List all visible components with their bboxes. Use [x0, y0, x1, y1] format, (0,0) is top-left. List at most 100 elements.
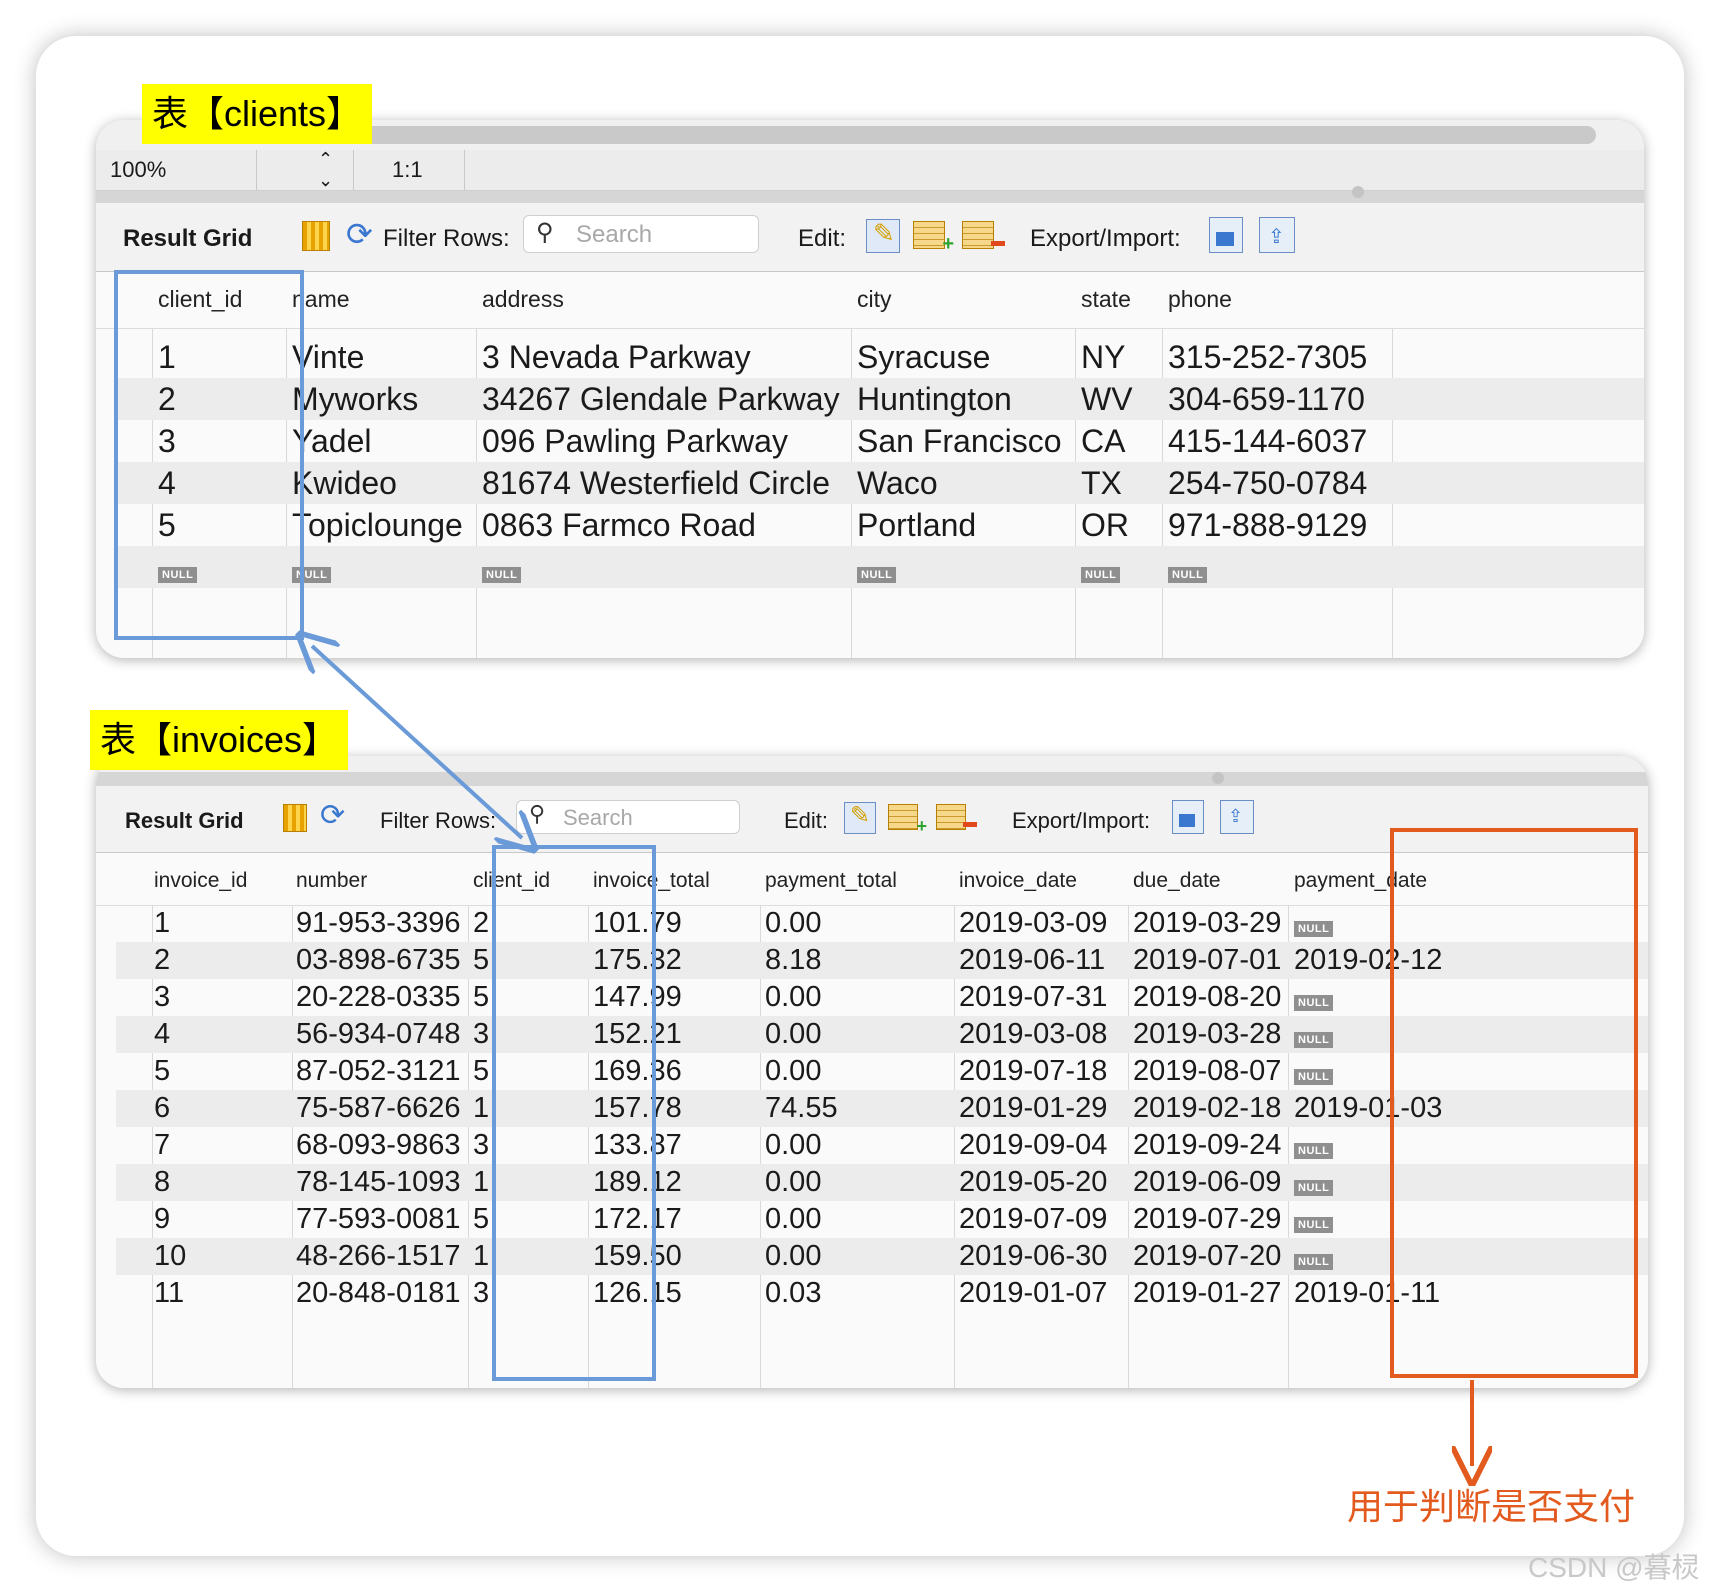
filter-search-input[interactable]: ⚲ Search	[516, 800, 740, 834]
cell-state[interactable]: NULL	[1081, 546, 1165, 588]
result-grid-label[interactable]: Result Grid	[125, 808, 244, 834]
cell-city[interactable]: Portland	[857, 504, 1077, 546]
cell-state[interactable]: CA	[1081, 420, 1165, 462]
cell-invoice-id[interactable]: 7	[154, 1127, 292, 1164]
cell-invoice-id[interactable]: 2	[154, 942, 292, 979]
cell-due-date[interactable]: 2019-01-27	[1133, 1275, 1291, 1312]
cell-payment-total[interactable]: 0.00	[765, 1053, 955, 1090]
zoom-ratio[interactable]: 1:1	[392, 150, 423, 190]
cell-number[interactable]: 75-587-6626	[296, 1090, 470, 1127]
cell-invoice-id[interactable]: 10	[154, 1238, 292, 1275]
cell-due-date[interactable]: 2019-08-20	[1133, 979, 1291, 1016]
table-row[interactable]: 2 Myworks 34267 Glendale Parkway Huntington…	[116, 378, 1644, 420]
cell-number[interactable]: 20-848-0181	[296, 1275, 470, 1312]
zoom-level[interactable]: 100%	[110, 150, 166, 190]
cell-address[interactable]: 3 Nevada Parkway	[482, 336, 854, 378]
cell-payment-total[interactable]: 0.00	[765, 1016, 955, 1053]
cell-payment-total[interactable]: 0.00	[765, 1164, 955, 1201]
cell-phone[interactable]: 315-252-7305	[1168, 336, 1394, 378]
grid-view-icon[interactable]	[283, 804, 307, 832]
cell-state[interactable]: OR	[1081, 504, 1165, 546]
cell-invoice-id[interactable]: 5	[154, 1053, 292, 1090]
cell-state[interactable]: NY	[1081, 336, 1165, 378]
cell-payment-total[interactable]: 0.00	[765, 1127, 955, 1164]
delete-row-icon[interactable]	[962, 221, 1005, 249]
cell-phone[interactable]: 254-750-0784	[1168, 462, 1394, 504]
cell-invoice-id[interactable]: 11	[154, 1275, 292, 1312]
edit-pencil-icon[interactable]: ✎	[866, 218, 900, 253]
cell-invoice-id[interactable]: 4	[154, 1016, 292, 1053]
cell-due-date[interactable]: 2019-07-20	[1133, 1238, 1291, 1275]
cell-number[interactable]: 78-145-1093	[296, 1164, 470, 1201]
edit-pencil-icon[interactable]: ✎	[844, 802, 876, 834]
column-header-city[interactable]: city	[857, 286, 892, 313]
cell-payment-total[interactable]: 74.55	[765, 1090, 955, 1127]
table-row[interactable]: 4 Kwideo 81674 Westerfield Circle Waco TX 254…	[116, 462, 1644, 504]
column-header-invoice-date[interactable]: invoice_date	[959, 869, 1077, 893]
cell-due-date[interactable]: 2019-07-29	[1133, 1201, 1291, 1238]
cell-name[interactable]: Topiclounge	[292, 504, 476, 546]
cell-due-date[interactable]: 2019-02-18	[1133, 1090, 1291, 1127]
cell-name[interactable]: Kwideo	[292, 462, 476, 504]
table-row[interactable]: 5 Topiclounge 0863 Farmco Road Portland OR 97…	[116, 504, 1644, 546]
cell-due-date[interactable]: 2019-06-09	[1133, 1164, 1291, 1201]
cell-address[interactable]: 096 Pawling Parkway	[482, 420, 854, 462]
cell-state[interactable]: WV	[1081, 378, 1165, 420]
cell-address[interactable]: 34267 Glendale Parkway	[482, 378, 854, 420]
cell-invoice-id[interactable]: 3	[154, 979, 292, 1016]
cell-city[interactable]: Syracuse	[857, 336, 1077, 378]
cell-city[interactable]: NULL	[857, 546, 1077, 588]
import-icon[interactable]: ⇪	[1259, 217, 1295, 253]
column-header-address[interactable]: address	[482, 286, 564, 313]
cell-invoice-date[interactable]: 2019-07-18	[959, 1053, 1131, 1090]
export-icon[interactable]	[1209, 217, 1243, 253]
cell-number[interactable]: 77-593-0081	[296, 1201, 470, 1238]
cell-invoice-id[interactable]: 6	[154, 1090, 292, 1127]
horizontal-scrollbar[interactable]	[346, 126, 1596, 144]
splitter-handle[interactable]	[1352, 186, 1364, 198]
refresh-icon[interactable]: ⟳	[346, 215, 373, 253]
cell-invoice-date[interactable]: 2019-01-07	[959, 1275, 1131, 1312]
table-row[interactable]: 1 Vinte 3 Nevada Parkway Syracuse NY 315-252-…	[116, 336, 1644, 378]
cell-name[interactable]: Vinte	[292, 336, 476, 378]
table-row[interactable]: NULL NULL NULL NULL NULL NULL	[116, 546, 1644, 588]
column-header-state[interactable]: state	[1081, 286, 1131, 313]
cell-due-date[interactable]: 2019-03-28	[1133, 1016, 1291, 1053]
cell-invoice-id[interactable]: 1	[154, 905, 292, 942]
cell-name[interactable]: NULL	[292, 546, 476, 588]
cell-name[interactable]: Yadel	[292, 420, 476, 462]
cell-invoice-date[interactable]: 2019-06-11	[959, 942, 1131, 979]
cell-address[interactable]: 81674 Westerfield Circle	[482, 462, 854, 504]
cell-number[interactable]: 20-228-0335	[296, 979, 470, 1016]
column-header-payment-total[interactable]: payment_total	[765, 869, 897, 893]
cell-phone[interactable]: 415-144-6037	[1168, 420, 1394, 462]
cell-due-date[interactable]: 2019-09-24	[1133, 1127, 1291, 1164]
cell-invoice-date[interactable]: 2019-03-09	[959, 905, 1131, 942]
grid-view-icon[interactable]	[302, 221, 330, 251]
column-header-phone[interactable]: phone	[1168, 286, 1232, 313]
cell-payment-total[interactable]: 0.03	[765, 1275, 955, 1312]
cell-number[interactable]: 56-934-0748	[296, 1016, 470, 1053]
cell-due-date[interactable]: 2019-07-01	[1133, 942, 1291, 979]
add-row-icon[interactable]: +	[913, 221, 954, 255]
add-row-icon[interactable]: +	[888, 804, 927, 836]
cell-number[interactable]: 48-266-1517	[296, 1238, 470, 1275]
table-row[interactable]: 3 Yadel 096 Pawling Parkway San Francisco CA…	[116, 420, 1644, 462]
cell-invoice-date[interactable]: 2019-03-08	[959, 1016, 1131, 1053]
column-header-invoice-id[interactable]: invoice_id	[154, 869, 247, 893]
column-header-due-date[interactable]: due_date	[1133, 869, 1221, 893]
cell-city[interactable]: Huntington	[857, 378, 1077, 420]
cell-number[interactable]: 87-052-3121	[296, 1053, 470, 1090]
cell-address[interactable]: 0863 Farmco Road	[482, 504, 854, 546]
result-grid-label[interactable]: Result Grid	[123, 225, 252, 253]
cell-invoice-date[interactable]: 2019-09-04	[959, 1127, 1131, 1164]
cell-due-date[interactable]: 2019-08-07	[1133, 1053, 1291, 1090]
cell-invoice-date[interactable]: 2019-07-09	[959, 1201, 1131, 1238]
refresh-icon[interactable]: ⟳	[320, 798, 345, 833]
import-icon[interactable]: ⇪	[1220, 800, 1254, 834]
cell-phone[interactable]: NULL	[1168, 546, 1394, 588]
cell-invoice-date[interactable]: 2019-05-20	[959, 1164, 1131, 1201]
cell-city[interactable]: San Francisco	[857, 420, 1077, 462]
cell-number[interactable]: 03-898-6735	[296, 942, 470, 979]
cell-invoice-id[interactable]: 8	[154, 1164, 292, 1201]
